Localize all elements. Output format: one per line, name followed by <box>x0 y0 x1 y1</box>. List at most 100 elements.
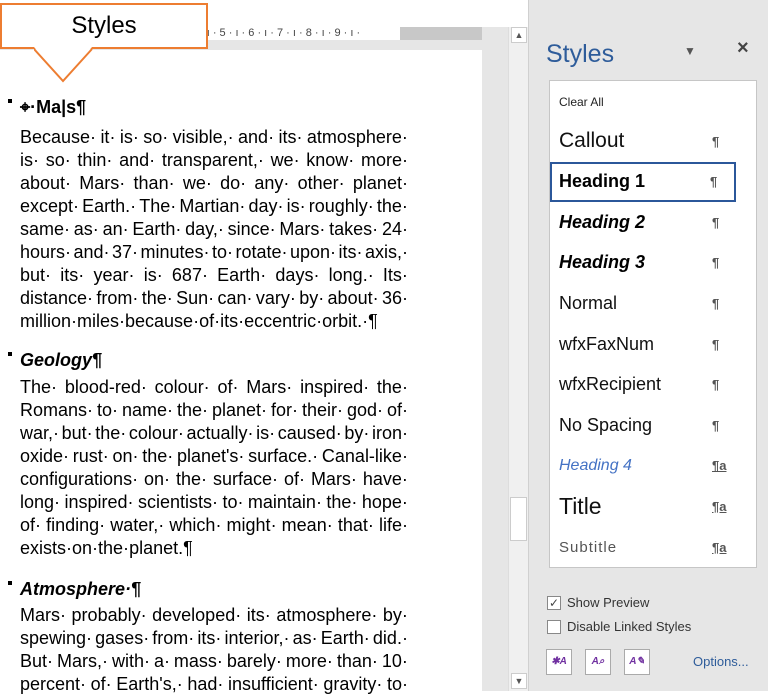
paragraph-mark-icon: ¶a <box>712 539 727 555</box>
style-item[interactable]: Title ¶a <box>550 486 736 526</box>
word: know· <box>306 150 355 170</box>
word: day,· <box>185 219 224 239</box>
word: so· <box>143 127 169 147</box>
manage-styles-button[interactable]: A✎ <box>624 649 650 675</box>
paragraph[interactable]: Mars· probably· developed· its· atmosphere· b… <box>20 604 408 696</box>
style-item[interactable]: Heading 4 ¶a <box>550 446 736 486</box>
word: than· <box>133 173 175 193</box>
word: atmosphere· <box>276 605 378 625</box>
checkbox-box <box>547 619 561 634</box>
word: upon· <box>289 242 337 262</box>
word: roughly· <box>308 196 374 216</box>
word: the· <box>176 400 209 420</box>
paragraph-mark-icon: ¶a <box>712 458 727 474</box>
word: do· <box>220 173 247 193</box>
text-line: about· Mars· than· we· do· any· other· planet· <box>20 172 408 195</box>
vertical-scrollbar[interactable]: ▲ ▼ <box>508 27 528 691</box>
text-line: exists· on· the· planet.¶ <box>20 537 408 560</box>
word: gases· <box>95 628 150 648</box>
word: Its· <box>382 265 408 285</box>
word: the· <box>376 196 408 216</box>
word: is· <box>119 127 139 147</box>
word: more· <box>285 651 333 671</box>
paragraph-mark-icon: ¶ <box>712 417 720 433</box>
new-style-button[interactable]: ✱A <box>546 649 572 675</box>
style-item[interactable]: wfxFaxNum ¶ <box>550 324 736 364</box>
options-link[interactable]: Options... <box>693 654 749 669</box>
word: year· <box>93 265 135 285</box>
text-line: But· Mars,· with· a· mass· barely· more· than· 1… <box>20 650 408 673</box>
close-icon[interactable]: × <box>737 37 749 60</box>
scroll-up-button[interactable]: ▲ <box>511 27 527 43</box>
style-item[interactable]: Normal ¶ <box>550 283 736 323</box>
bullet-marker <box>8 99 12 103</box>
word: ¶ <box>368 311 378 331</box>
disable-linked-styles-checkbox[interactable]: Disable Linked Styles <box>547 619 691 634</box>
style-item[interactable]: Heading 1 ¶ <box>550 161 736 202</box>
word: mass· <box>173 651 223 671</box>
word: the· <box>142 446 174 466</box>
word: is· <box>286 196 306 216</box>
word: an· <box>102 219 129 239</box>
word: the· <box>326 492 358 512</box>
show-preview-checkbox[interactable]: ✓ Show Preview <box>547 595 649 610</box>
scroll-down-button[interactable]: ▼ <box>511 673 527 689</box>
word: gravity· <box>323 674 383 694</box>
style-item[interactable]: Subtitle ¶a <box>550 527 736 567</box>
word: Mars,· <box>56 651 108 671</box>
text-line: percent· of· Earth's,· had· insufficient· gra… <box>20 673 408 696</box>
word: mean· <box>281 515 333 535</box>
word: but· <box>20 265 52 285</box>
word: 687· <box>171 265 208 285</box>
word: its· <box>60 265 85 285</box>
style-item[interactable]: No Spacing ¶ <box>550 405 736 445</box>
style-inspector-button[interactable]: A⌕ <box>585 649 611 675</box>
pane-options-dropdown-icon[interactable]: ▼ <box>684 44 696 58</box>
word: Mars· <box>20 605 66 625</box>
word: same· <box>20 219 71 239</box>
text-line: of· finding· water,· which· might· mean· that·… <box>20 514 408 537</box>
style-item[interactable]: Heading 2 ¶ <box>550 202 736 242</box>
word: But· <box>20 651 54 671</box>
word: of· <box>90 674 112 694</box>
clear-all-button[interactable]: Clear All <box>550 82 736 122</box>
word: percent· <box>20 674 87 694</box>
word: Mars· <box>279 219 326 239</box>
style-item[interactable]: Callout ¶ <box>550 121 736 161</box>
word: oxide· <box>20 446 70 466</box>
section-heading[interactable]: Atmosphere·¶ <box>8 579 141 600</box>
word: planet· <box>211 400 268 420</box>
paragraph[interactable]: Because· it· is· so· visible,· and· its· atmosp… <box>20 126 408 333</box>
style-item[interactable]: wfxRecipient ¶ <box>550 365 736 405</box>
word: we· <box>270 150 300 170</box>
style-item[interactable]: Heading 3 ¶ <box>550 243 736 283</box>
word: any· <box>254 173 290 193</box>
paragraph[interactable]: The· blood-red· colour· of· Mars· inspired· th… <box>20 376 408 560</box>
text-line: Mars· probably· developed· its· atmosphere· b… <box>20 604 408 627</box>
word: Mars· <box>310 469 357 489</box>
word: and· <box>73 242 110 262</box>
word: colour· <box>128 423 184 443</box>
ruler[interactable]: · ı · 5 · ı · 6 · ı · 7 · ı · 8 · ı · 9 … <box>200 27 482 40</box>
check-icon: ✓ <box>547 595 561 610</box>
word: to· <box>386 674 408 694</box>
word: miles· <box>77 311 126 331</box>
word: since· <box>227 219 276 239</box>
word: Mars· <box>246 377 293 397</box>
word: atmosphere· <box>306 127 408 147</box>
word: for· <box>271 400 298 420</box>
word: on· <box>72 538 99 558</box>
section-heading[interactable]: ⌖·Ma|s¶ <box>8 97 86 118</box>
scroll-thumb[interactable] <box>510 497 527 541</box>
text-line: but· its· year· is· 687· Earth· days· long.· Its… <box>20 264 408 287</box>
new-style-icon: ✱A <box>551 656 567 667</box>
word: orbit.· <box>322 311 369 331</box>
word: is· <box>143 265 163 285</box>
text-line: war,· but· the· colour· actually· is· caused· b… <box>20 422 408 445</box>
word: as· <box>73 219 99 239</box>
section-heading[interactable]: Geology¶ <box>8 350 102 371</box>
word: vary· <box>255 288 296 308</box>
word: The· <box>20 377 58 397</box>
word: water,· <box>110 515 165 535</box>
word: scientists· <box>137 492 218 512</box>
